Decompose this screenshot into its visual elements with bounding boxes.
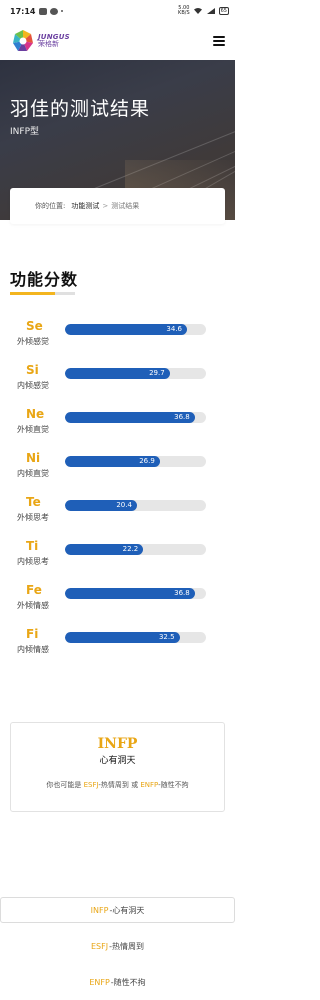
logo-text-zh: 荣格新 — [38, 40, 59, 48]
score-row-se: Se 外倾感觉 34.6 — [0, 318, 235, 358]
score-value: 29.7 — [149, 369, 165, 377]
score-label: 内倾直觉 — [17, 469, 49, 478]
result-alternatives: 你也可能是 ESFJ-热情周到 或 ENFP-随性不拘 — [11, 780, 224, 790]
status-bar: 17:14 5.00 KB/S 65 — [0, 0, 235, 22]
score-row-fe: Fe 外倾情感 36.8 — [0, 582, 235, 622]
result-alt1-code[interactable]: ESFJ — [84, 781, 99, 789]
score-bar: 36.8 — [65, 412, 195, 423]
result-card: INFP 心有洞天 你也可能是 ESFJ-热情周到 或 ENFP-随性不拘 — [10, 722, 225, 812]
score-value: 36.8 — [174, 413, 190, 421]
score-bar: 36.8 — [65, 588, 195, 599]
score-bar-track: 22.2 — [65, 544, 206, 555]
breadcrumb-prefix: 你的位置: — [35, 202, 66, 210]
battery-indicator: 65 — [218, 7, 229, 15]
score-value: 22.2 — [122, 545, 139, 553]
network-speed-unit: KB/S — [178, 10, 190, 16]
score-bar-track: 36.8 — [65, 412, 206, 423]
logo[interactable]: JUNGUS 荣格新 — [10, 28, 70, 54]
score-bar: 29.7 — [65, 368, 170, 379]
type-code: ESFJ — [91, 941, 109, 951]
score-value: 36.8 — [174, 589, 190, 597]
score-code: Ti — [26, 539, 39, 553]
score-row-ni: Ni 内倾直觉 26.9 — [0, 450, 235, 490]
score-value: 26.9 — [139, 457, 155, 465]
score-label: 外倾思考 — [17, 513, 49, 522]
score-bar: 34.6 — [65, 324, 187, 335]
score-label: 内倾感觉 — [17, 381, 49, 390]
logo-mark-icon — [13, 30, 33, 51]
page-subtitle: INFP型 — [10, 127, 39, 137]
score-value: 20.4 — [116, 501, 132, 509]
type-list-item-esfj[interactable]: ESFJ -热情周到 — [0, 928, 235, 964]
score-code: Si — [26, 363, 39, 377]
site-header: JUNGUS 荣格新 — [0, 22, 235, 60]
status-time: 17:14 — [10, 6, 36, 16]
score-row-te: Te 外倾思考 20.4 — [0, 494, 235, 534]
score-bar-track: 36.8 — [65, 588, 206, 599]
notification-icon — [39, 7, 48, 15]
score-bar-track: 29.7 — [65, 368, 206, 379]
wifi-icon — [193, 8, 202, 14]
score-label: 外倾感觉 — [17, 337, 49, 346]
type-name: -心有洞天 — [109, 905, 145, 915]
result-alt-or: 或 — [131, 781, 139, 789]
score-bar: 32.5 — [65, 632, 180, 643]
result-alt-prefix: 你也可能是 — [46, 781, 82, 789]
score-row-fi: Fi 内倾情感 32.5 — [0, 626, 235, 666]
score-label: 内倾思考 — [17, 557, 49, 566]
score-bar-track: 32.5 — [65, 632, 206, 643]
type-list-item-infp[interactable]: INFP -心有洞天 — [0, 897, 235, 923]
result-name: 心有洞天 — [99, 756, 136, 766]
type-code: INFP — [90, 905, 109, 915]
score-label: 外倾情感 — [17, 601, 49, 610]
breadcrumb-separator: > — [102, 202, 109, 210]
breadcrumb-link-home[interactable]: 功能测试 — [71, 201, 99, 211]
score-row-ne: Ne 外倾直觉 36.8 — [0, 406, 235, 446]
section-underline — [10, 292, 75, 295]
score-bar-track: 26.9 — [65, 456, 206, 467]
score-bar: 26.9 — [65, 456, 160, 467]
network-speed: 5.00 KB/S — [178, 6, 190, 16]
score-row-si: Si 内倾感觉 29.7 — [0, 362, 235, 402]
score-code: Fe — [26, 583, 42, 597]
score-bar: 22.2 — [65, 544, 144, 555]
type-list: INFP -心有洞天 ESFJ -热情周到 ENFP -随性不拘 — [0, 897, 235, 1000]
score-bar-track: 20.4 — [65, 500, 206, 511]
score-code: Fi — [26, 627, 39, 641]
wechat-icon — [50, 7, 59, 15]
result-type: INFP — [97, 736, 138, 752]
score-row-ti: Ti 内倾思考 22.2 — [0, 538, 235, 578]
hamburger-menu-icon[interactable] — [213, 36, 225, 46]
type-list-item-enfp[interactable]: ENFP -随性不拘 — [0, 964, 235, 1000]
type-name: -随性不拘 — [110, 977, 146, 987]
result-alt1-name: -热情周到 — [98, 781, 129, 789]
score-code: Ne — [26, 407, 45, 421]
type-name: -热情周到 — [109, 941, 144, 951]
score-code: Se — [26, 319, 43, 333]
score-bar: 20.4 — [65, 500, 137, 511]
score-label: 内倾情感 — [17, 645, 49, 654]
score-value: 32.5 — [158, 633, 175, 641]
score-code: Te — [26, 495, 41, 509]
more-dots-icon — [61, 10, 64, 12]
result-alt2-code[interactable]: ENFP — [140, 781, 158, 789]
result-alt2-name: -随性不拘 — [158, 781, 189, 789]
score-value: 34.6 — [166, 325, 182, 333]
score-label: 外倾直觉 — [17, 425, 49, 434]
page-title: 羽佳的测试结果 — [10, 98, 151, 120]
signal-icon — [206, 8, 215, 14]
score-code: Ni — [26, 451, 41, 465]
breadcrumb: 你的位置: 功能测试 > 测试结果 — [10, 188, 225, 224]
score-bar-track: 34.6 — [65, 324, 206, 335]
type-code: ENFP — [89, 977, 110, 987]
section-title: 功能分数 — [10, 270, 79, 289]
breadcrumb-current: 测试结果 — [111, 202, 140, 210]
status-right: 5.00 KB/S 65 — [178, 6, 229, 16]
